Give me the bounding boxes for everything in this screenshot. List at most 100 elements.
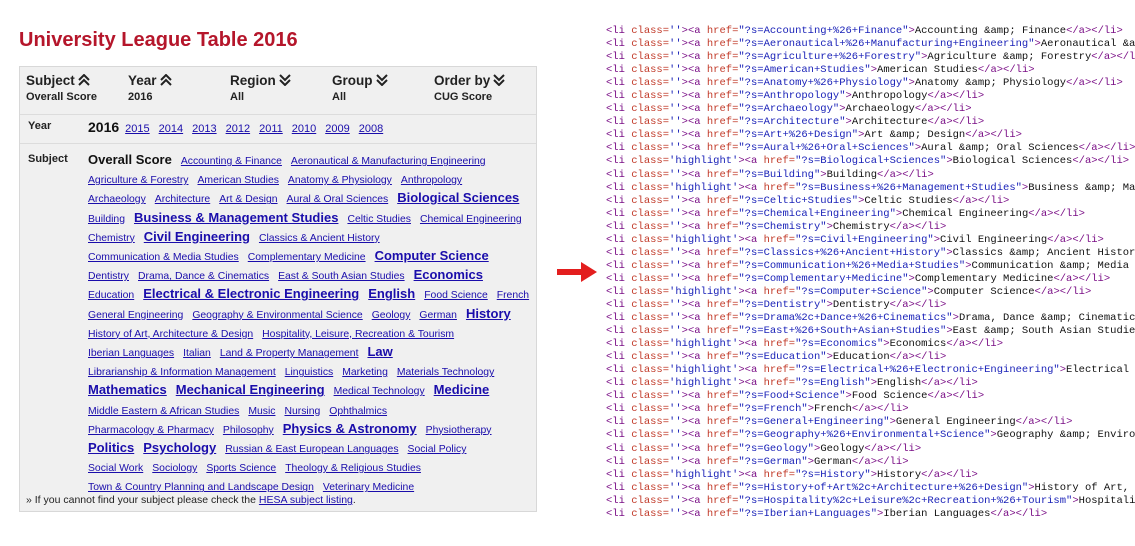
double-chevron-down-icon[interactable] xyxy=(493,74,505,86)
subject-link-classics-ancient-history[interactable]: Classics & Ancient History xyxy=(259,233,380,244)
subject-line: Overall Score Accounting & Finance Aeronau… xyxy=(88,152,495,170)
subject-link-theology-religious-studies[interactable]: Theology & Religious Studies xyxy=(285,463,421,474)
hesa-subject-listing-link[interactable]: HESA subject listing xyxy=(259,494,353,506)
filter-group[interactable]: Group All xyxy=(332,73,388,103)
subject-link-east-south-asian-studies[interactable]: East & South Asian Studies xyxy=(278,271,405,282)
subject-link-philosophy[interactable]: Philosophy xyxy=(223,425,274,436)
filter-label[interactable]: Region xyxy=(230,73,291,88)
subject-link-anthropology[interactable]: Anthropology xyxy=(401,175,462,186)
subject-link-medical-technology[interactable]: Medical Technology xyxy=(334,386,425,397)
year-link-2015[interactable]: 2015 xyxy=(125,123,149,135)
filter-region[interactable]: Region All xyxy=(230,73,291,103)
year-link-2008[interactable]: 2008 xyxy=(359,123,383,135)
subject-link-french[interactable]: French xyxy=(497,290,529,301)
subject-link-middle-eastern-african-studies[interactable]: Middle Eastern & African Studies xyxy=(88,406,239,417)
subject-link-biological-sciences[interactable]: Biological Sciences xyxy=(397,190,519,205)
subject-link-business-management-studies[interactable]: Business & Management Studies xyxy=(134,210,338,225)
code-line: <li class=''><a href="?s=Architecture">A… xyxy=(606,116,1135,129)
subject-link-architecture[interactable]: Architecture xyxy=(155,194,210,205)
subject-link-complementary-medicine[interactable]: Complementary Medicine xyxy=(248,252,366,263)
filter-subject[interactable]: Subject Overall Score xyxy=(26,73,97,103)
subject-link-sports-science[interactable]: Sports Science xyxy=(206,463,276,474)
code-tag: </a></li> xyxy=(877,168,934,181)
subject-link-chemistry[interactable]: Chemistry xyxy=(88,233,135,244)
filter-label[interactable]: Order by xyxy=(434,73,505,88)
subject-link-english[interactable]: English xyxy=(368,286,415,301)
subject-link-hospitality-leisure-recreation-tourism[interactable]: Hospitality, Leisure, Recreation & Touri… xyxy=(262,329,454,340)
subject-link-materials-technology[interactable]: Materials Technology xyxy=(397,367,494,378)
subject-link-geology[interactable]: Geology xyxy=(372,310,411,321)
subject-link-mathematics[interactable]: Mathematics xyxy=(88,382,167,397)
subject-link-american-studies[interactable]: American Studies xyxy=(197,175,278,186)
filter-order-by[interactable]: Order by CUG Score xyxy=(434,73,505,103)
filter-label[interactable]: Year xyxy=(128,73,172,88)
subject-link-building[interactable]: Building xyxy=(88,214,125,225)
double-chevron-up-icon[interactable] xyxy=(159,74,172,86)
double-chevron-up-icon[interactable] xyxy=(78,74,90,86)
year-link-2012[interactable]: 2012 xyxy=(226,123,250,135)
subject-link-land-property-management[interactable]: Land & Property Management xyxy=(220,348,359,359)
subject-link-education[interactable]: Education xyxy=(88,290,134,301)
subject-link-agriculture-forestry[interactable]: Agriculture & Forestry xyxy=(88,175,188,186)
subject-link-iberian-languages[interactable]: Iberian Languages xyxy=(88,348,174,359)
subject-link-psychology[interactable]: Psychology xyxy=(143,440,216,455)
subject-link-italian[interactable]: Italian xyxy=(183,348,211,359)
subject-link-marketing[interactable]: Marketing xyxy=(342,367,388,378)
subject-link-aeronautical-manufacturing-engineering[interactable]: Aeronautical & Manufacturing Engineering xyxy=(291,156,486,167)
subject-link-pharmacology-pharmacy[interactable]: Pharmacology & Pharmacy xyxy=(88,425,214,436)
subject-link-german[interactable]: German xyxy=(419,310,457,321)
subject-link-ophthalmics[interactable]: Ophthalmics xyxy=(329,406,387,417)
code-href-value: "?s=Celtic+Studies" xyxy=(738,194,859,207)
subject-link-accounting-finance[interactable]: Accounting & Finance xyxy=(181,156,282,167)
subject-link-food-science[interactable]: Food Science xyxy=(424,290,488,301)
year-link-2014[interactable]: 2014 xyxy=(159,123,183,135)
code-text: Communication &amp; Media Studies xyxy=(971,259,1130,272)
subject-link-history-of-art-architecture-design[interactable]: History of Art, Architecture & Design xyxy=(88,329,253,340)
subject-link-dentistry[interactable]: Dentistry xyxy=(88,271,129,282)
subject-link-law[interactable]: Law xyxy=(367,344,392,359)
subject-link-communication-media-studies[interactable]: Communication & Media Studies xyxy=(88,252,239,263)
subject-link-social-work[interactable]: Social Work xyxy=(88,463,143,474)
subject-link-linguistics[interactable]: Linguistics xyxy=(285,367,334,378)
subject-link-town-country-planning-and-landscape-design[interactable]: Town & Country Planning and Landscape De… xyxy=(88,482,314,493)
subject-link-economics[interactable]: Economics xyxy=(414,267,483,282)
code-text: Food Science xyxy=(851,390,928,403)
subject-link-nursing[interactable]: Nursing xyxy=(284,406,320,417)
code-line: <li class='highlight'><a href="?s=Englis… xyxy=(606,377,1135,390)
subject-link-russian-east-european-languages[interactable]: Russian & East European Languages xyxy=(225,444,398,455)
subject-link-mechanical-engineering[interactable]: Mechanical Engineering xyxy=(176,382,325,397)
subject-link-medicine[interactable]: Medicine xyxy=(434,382,490,397)
subject-link-librarianship-information-management[interactable]: Librarianship & Information Management xyxy=(88,367,276,378)
subject-link-celtic-studies[interactable]: Celtic Studies xyxy=(347,214,411,225)
subject-link-politics[interactable]: Politics xyxy=(88,440,134,455)
code-href-value: "?s=Communication+%26+Media+Studies" xyxy=(738,259,966,272)
subject-link-art-design[interactable]: Art & Design xyxy=(219,194,277,205)
subject-link-archaeology[interactable]: Archaeology xyxy=(88,194,146,205)
subject-link-civil-engineering[interactable]: Civil Engineering xyxy=(144,229,250,244)
subject-link-history[interactable]: History xyxy=(466,306,511,321)
filter-label[interactable]: Group xyxy=(332,73,388,88)
subject-link-electrical-electronic-engineering[interactable]: Electrical & Electronic Engineering xyxy=(143,286,359,301)
subject-link-anatomy-physiology[interactable]: Anatomy & Physiology xyxy=(288,175,392,186)
year-link-2011[interactable]: 2011 xyxy=(259,123,283,135)
double-chevron-down-icon[interactable] xyxy=(279,74,291,86)
year-link-2010[interactable]: 2010 xyxy=(292,123,316,135)
code-attr: href= xyxy=(706,416,739,429)
subject-link-general-engineering[interactable]: General Engineering xyxy=(88,310,183,321)
subject-link-chemical-engineering[interactable]: Chemical Engineering xyxy=(420,214,522,225)
year-link-2013[interactable]: 2013 xyxy=(192,123,216,135)
subject-link-geography-environmental-science[interactable]: Geography & Environmental Science xyxy=(192,310,362,321)
subject-link-social-policy[interactable]: Social Policy xyxy=(408,444,467,455)
subject-link-computer-science[interactable]: Computer Science xyxy=(375,248,489,263)
subject-link-physiotherapy[interactable]: Physiotherapy xyxy=(426,425,492,436)
subject-link-sociology[interactable]: Sociology xyxy=(152,463,197,474)
subject-link-aural-oral-sciences[interactable]: Aural & Oral Sciences xyxy=(287,194,389,205)
subject-link-drama-dance-cinematics[interactable]: Drama, Dance & Cinematics xyxy=(138,271,269,282)
double-chevron-down-icon[interactable] xyxy=(375,74,388,86)
filter-year[interactable]: Year 2016 xyxy=(128,73,172,103)
subject-link-veterinary-medicine[interactable]: Veterinary Medicine xyxy=(323,482,414,493)
subject-link-physics-astronomy[interactable]: Physics & Astronomy xyxy=(283,421,417,436)
year-link-2009[interactable]: 2009 xyxy=(325,123,349,135)
subject-link-music[interactable]: Music xyxy=(248,406,275,417)
filter-label[interactable]: Subject xyxy=(26,73,97,88)
